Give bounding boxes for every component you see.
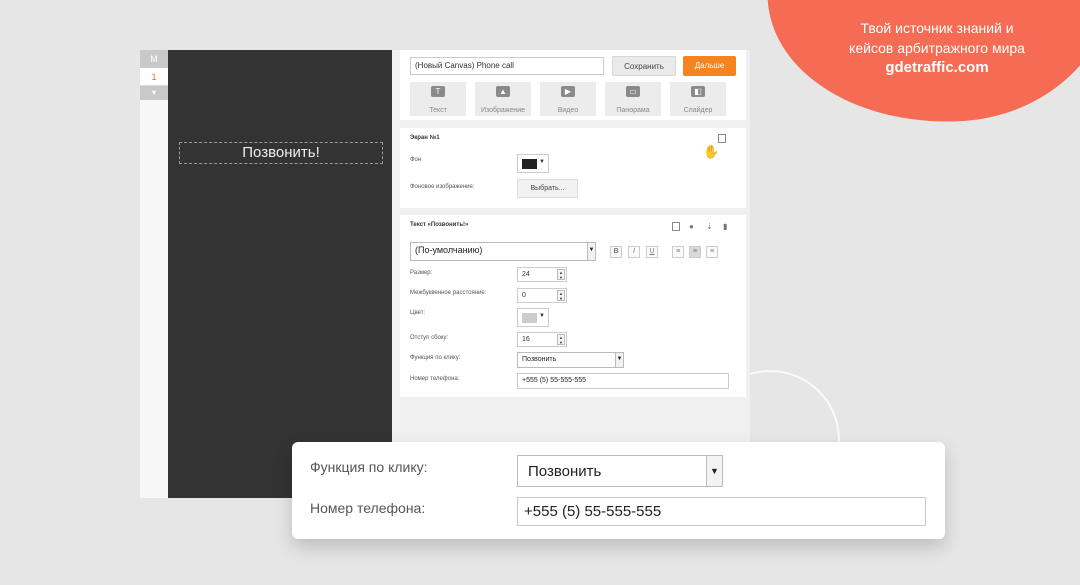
tool-label: Панорама [616, 107, 650, 114]
preview-call-button[interactable]: Позвонить! [179, 142, 383, 164]
size-input[interactable]: 24 ▲ ▼ [517, 267, 567, 282]
zoom-callout: Функция по клику: Позвонить ▼ Номер теле… [292, 442, 945, 539]
chevron-down-icon: ▼ [539, 313, 545, 319]
spacing-input[interactable]: 0 ▲ ▼ [517, 288, 567, 303]
screen-settings-card: Экран №1 ✋ Фон ▼ Фоновое изображение: Вы… [400, 128, 746, 208]
font-select[interactable]: (По-умолчанию) ▼ [410, 242, 596, 261]
align-center-icon[interactable]: ≡ [689, 246, 701, 258]
stepper-icon[interactable]: ▲ ▼ [557, 269, 565, 280]
bg-image-label: Фоновое изображение: [410, 184, 475, 190]
size-label: Размер: [410, 270, 433, 276]
screen-title: Экран №1 [410, 135, 440, 141]
tool-label: Текст [429, 107, 447, 114]
click-function-value: Позвонить [522, 356, 557, 363]
tool-label: Слайдер [683, 107, 713, 114]
promo-line-2: кейсов арбитражного мира [849, 40, 1025, 56]
video-icon: ▶ [561, 86, 575, 97]
italic-button[interactable]: I [628, 246, 640, 258]
padding-value: 16 [522, 336, 530, 343]
chevron-down-icon: ▼ [539, 159, 545, 165]
tool-panorama[interactable]: ▭ Панорама [605, 82, 661, 116]
align-right-icon[interactable]: ≡ [706, 246, 718, 258]
chevron-down-icon: ▼ [587, 243, 595, 260]
editor-window: M 1 ▾ Позвонить! (Новый Canvas) Phone ca… [140, 50, 750, 498]
stepper-icon[interactable]: ▲ ▼ [557, 290, 565, 301]
bold-button[interactable]: B [610, 246, 622, 258]
spacing-label: Межбуквенное расстояние: [410, 290, 487, 296]
text-block-title: Текст «Позвонить!» [410, 222, 469, 228]
tool-label: Видео [557, 107, 579, 114]
zoom-phone-label: Номер телефона: [310, 500, 426, 516]
next-button[interactable]: Дальше [683, 56, 736, 76]
chevron-down-icon: ▼ [706, 456, 722, 486]
slider-icon: ◧ [691, 86, 705, 97]
promo-line-1: Твой источник знаний и [860, 20, 1014, 36]
bg-color-swatch [522, 159, 537, 169]
save-button[interactable]: Сохранить [612, 56, 676, 76]
phone-input[interactable]: +555 (5) 55-555-555 [517, 373, 729, 389]
settings-panel: (Новый Canvas) Phone call Сохранить Даль… [392, 50, 750, 498]
color-label: Цвет: [410, 310, 426, 316]
underline-button[interactable]: U [646, 246, 658, 258]
bg-label: Фон [410, 157, 422, 163]
tool-video[interactable]: ▶ Видео [540, 82, 596, 116]
text-color-picker[interactable]: ▼ [517, 308, 549, 327]
pager-master[interactable]: M [140, 50, 168, 68]
tool-label: Изображение [480, 107, 526, 114]
user-icon[interactable]: ● [689, 222, 697, 231]
padding-label: Отступ сбоку: [410, 335, 449, 341]
promo-brand: gdetraffic.com [885, 59, 989, 76]
stepper-icon[interactable]: ▲ ▼ [557, 334, 565, 345]
padding-input[interactable]: 16 ▲ ▼ [517, 332, 567, 347]
zoom-click-function-select[interactable]: Позвонить ▼ [517, 455, 723, 487]
promo-text: Твой источник знаний и кейсов арбитражно… [822, 18, 1052, 78]
trash-icon[interactable]: ▮ [723, 222, 731, 231]
copy-icon[interactable] [718, 134, 726, 143]
duplicate-icon[interactable] [672, 222, 680, 231]
zoom-click-function-label: Функция по клику: [310, 459, 428, 475]
text-icon: T [431, 86, 445, 97]
click-function-select[interactable]: Позвонить ▼ [517, 352, 624, 368]
panorama-icon: ▭ [626, 86, 640, 97]
zoom-click-function-value: Позвонить [528, 463, 602, 480]
page-list: M 1 ▾ [140, 50, 168, 498]
phone-label: Номер телефона: [410, 376, 460, 382]
pager-page-1[interactable]: 1 [140, 68, 168, 86]
project-title-input[interactable]: (Новый Canvas) Phone call [410, 57, 604, 75]
text-settings-card: Текст «Позвонить!» ● ⇣ ▮ (По-умолчанию) … [400, 215, 746, 397]
choose-image-button[interactable]: Выбрать... [517, 179, 578, 198]
canvas-preview: Позвонить! [168, 50, 392, 498]
tool-text[interactable]: T Текст [410, 82, 466, 116]
zoom-phone-input[interactable]: +555 (5) 55-555-555 [517, 497, 926, 526]
bg-color-picker[interactable]: ▼ [517, 154, 549, 173]
size-value: 24 [522, 271, 530, 278]
toolbar-card: (Новый Canvas) Phone call Сохранить Даль… [400, 50, 746, 120]
chevron-down-icon: ▼ [615, 353, 623, 367]
font-select-value: (По-умолчанию) [415, 245, 483, 255]
tool-slider[interactable]: ◧ Слайдер [670, 82, 726, 116]
spacing-value: 0 [522, 292, 526, 299]
pager-add-button[interactable]: ▾ [140, 86, 168, 100]
tool-image[interactable]: ▲ Изображение [475, 82, 531, 116]
hand-cursor-icon: ✋ [703, 144, 720, 159]
click-function-label: Функция по клику: [410, 355, 461, 361]
image-icon: ▲ [496, 86, 510, 97]
align-left-icon[interactable]: ≡ [672, 246, 684, 258]
layer-down-icon[interactable]: ⇣ [706, 222, 714, 231]
text-color-swatch [522, 313, 537, 323]
